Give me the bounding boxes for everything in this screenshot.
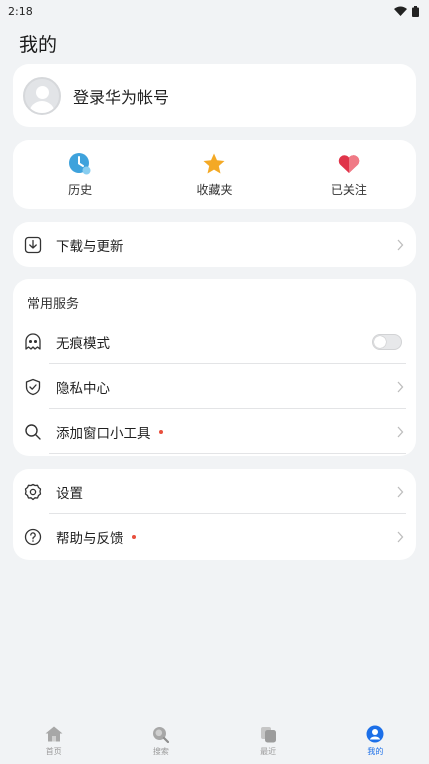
gear-icon: [23, 482, 43, 502]
status-bar: 2:18: [0, 0, 429, 22]
clock-icon: [68, 152, 92, 176]
help-feedback-row[interactable]: 帮助与反馈: [13, 514, 416, 559]
nav-item-search[interactable]: 搜索: [107, 720, 214, 764]
incognito-row[interactable]: 无痕模式: [13, 319, 416, 364]
settings-card: 设置 帮助与反馈: [13, 469, 416, 560]
chevron-right-icon: [397, 239, 404, 250]
nav-item-home[interactable]: 首页: [0, 720, 107, 764]
search-icon: [152, 725, 170, 743]
bottom-nav: 首页 搜索 最近 我的: [0, 720, 429, 764]
search-icon: [23, 422, 43, 442]
shield-check-icon: [23, 377, 43, 397]
download-icon: [23, 235, 43, 255]
question-icon: [23, 527, 43, 547]
account-card[interactable]: 登录华为帐号: [13, 64, 416, 127]
nav-label: 首页: [45, 747, 62, 756]
battery-icon: [412, 5, 419, 17]
chevron-right-icon: [397, 486, 404, 497]
incognito-toggle[interactable]: [372, 333, 402, 350]
add-widget-text: 添加窗口小工具: [56, 425, 151, 442]
help-feedback-text: 帮助与反馈: [56, 530, 124, 547]
status-time: 2:18: [8, 4, 33, 18]
add-widget-row[interactable]: 添加窗口小工具: [13, 409, 416, 454]
privacy-center-row[interactable]: 隐私中心: [13, 364, 416, 409]
login-label[interactable]: 登录华为帐号: [73, 84, 169, 108]
nav-label: 最近: [260, 747, 277, 756]
new-badge-dot: [131, 534, 136, 539]
wifi-icon: [394, 6, 407, 16]
nav-label: 我的: [367, 747, 384, 756]
new-badge-dot: [158, 429, 163, 434]
download-row[interactable]: 下载与更新: [13, 222, 416, 267]
chevron-right-icon: [397, 381, 404, 392]
section-title: 常用服务: [27, 297, 80, 312]
nav-item-recent[interactable]: 最近: [215, 720, 322, 764]
nav-item-profile[interactable]: 我的: [322, 720, 429, 764]
quick-action-label: 收藏夹: [196, 182, 233, 197]
quick-action-history[interactable]: 历史: [13, 140, 147, 209]
ghost-icon: [23, 332, 43, 352]
nav-label: 搜索: [152, 747, 169, 756]
settings-row[interactable]: 设置: [13, 469, 416, 514]
star-icon: [202, 152, 226, 176]
services-card: 常用服务 无痕模式 隐私中心 添加窗口小工具: [13, 279, 416, 456]
recent-icon: [259, 725, 277, 743]
quick-action-favorites[interactable]: 收藏夹: [147, 140, 281, 209]
chevron-right-icon: [397, 531, 404, 542]
download-card: 下载与更新: [13, 222, 416, 267]
quick-action-label: 历史: [68, 182, 93, 197]
chevron-right-icon: [397, 426, 404, 437]
privacy-center-label: 隐私中心: [56, 380, 110, 397]
settings-label: 设置: [56, 485, 83, 502]
home-icon: [45, 725, 63, 743]
quick-actions-card: 历史 收藏夹 已关注: [13, 140, 416, 209]
incognito-label: 无痕模式: [56, 335, 110, 352]
add-widget-label: 添加窗口小工具: [56, 422, 163, 442]
profile-icon: [366, 725, 384, 743]
heart-icon: [337, 152, 361, 176]
quick-action-label: 已关注: [330, 182, 367, 197]
quick-action-following[interactable]: 已关注: [282, 140, 416, 209]
download-label: 下载与更新: [56, 238, 124, 255]
page-title: 我的: [19, 34, 58, 56]
help-feedback-label: 帮助与反馈: [56, 527, 136, 547]
avatar[interactable]: [23, 76, 61, 115]
